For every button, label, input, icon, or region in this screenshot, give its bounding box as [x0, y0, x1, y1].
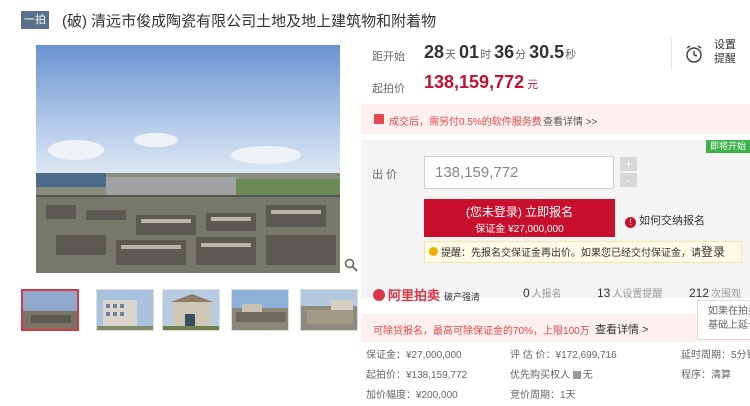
view-count-num: 212	[689, 286, 710, 300]
ali-logo-icon	[373, 289, 385, 301]
thumbnail-strip	[21, 289, 358, 333]
view-count-label: 次围观	[711, 289, 742, 300]
fee-details-link[interactable]: 查看详情 >>	[543, 113, 597, 128]
how-to-pay-link[interactable]: ! 如何交纳报名	[625, 212, 705, 228]
info-priority: 优先购买权人 无	[510, 366, 593, 381]
seconds-unit: 秒	[565, 49, 577, 61]
how-to-pay-label: 如何交纳报名	[639, 215, 705, 227]
countdown-hours: 01	[459, 42, 480, 62]
magnifier-icon[interactable]	[344, 258, 358, 272]
info-delay: 延时周期：5分钟	[681, 350, 750, 361]
auction-panel: 距开始 28天 01时 36分 30.5秒 设置提醒 起拍价 138,159,772 元…	[361, 30, 750, 406]
bid-label: 出 价	[372, 169, 398, 181]
info-procedure: 程序：清算	[681, 370, 731, 381]
ali-logo-sub: 破产强清	[444, 292, 481, 302]
start-price: 138,159,772 元	[424, 72, 538, 93]
coming-soon-badge: 即将开始	[706, 140, 750, 153]
countdown-minutes: 36	[494, 42, 515, 62]
alarm-clock-icon	[686, 45, 702, 63]
days-unit: 天	[445, 49, 457, 61]
login-tip: 提醒：先报名交保证金再出价。如果您已经交付保证金，请登录	[424, 241, 742, 263]
countdown-label: 距开始	[372, 51, 405, 63]
start-price-value: 138,159,772	[424, 72, 525, 92]
thumbnail-2[interactable]	[96, 289, 154, 331]
fee-notice: 成交后，需另付0.5%的软件服务费 查看详情 >>	[361, 104, 750, 134]
signup-button-label: (您未登录) 立即报名	[465, 205, 574, 219]
info-cycle: 竞价周期：1天	[510, 390, 576, 401]
reminder-count: 13 人设置提醒	[597, 285, 662, 300]
thumbnail-5[interactable]	[300, 289, 358, 331]
countdown-days: 28	[424, 42, 445, 62]
increase-bid-button[interactable]: +	[620, 157, 637, 171]
deposit-loan-promo: 可除贷报名，最高可除保证金的70%，上限100万 查看详情 >	[361, 314, 750, 342]
countdown-seconds: 30.5	[529, 42, 565, 62]
info-icon: !	[625, 217, 636, 228]
remind-divider	[671, 38, 672, 70]
hours-unit: 时	[480, 49, 492, 61]
main-photo[interactable]	[36, 45, 340, 273]
thumbnail-3[interactable]	[162, 289, 220, 331]
thumbnail-4[interactable]	[231, 289, 289, 331]
tooltip-line-1: 如果在拍卖结束前	[708, 306, 750, 317]
signup-count: 0 人报名	[523, 285, 562, 300]
deposit-loan-link[interactable]: 查看详情 >	[595, 321, 648, 337]
round-badge: 一拍	[21, 11, 49, 29]
thumbnail-1[interactable]	[21, 289, 79, 331]
reminder-count-label: 人设置提醒	[612, 289, 663, 300]
help-icon	[572, 371, 581, 379]
delay-tooltip: 如果在拍卖结束前 基础上延长5分钟	[697, 300, 750, 340]
fee-notice-text: 成交后，需另付0.5%的软件服务费	[389, 117, 542, 128]
countdown-timer: 28天 01时 36分 30.5秒	[424, 42, 579, 63]
start-price-label: 起拍价	[372, 83, 405, 95]
info-start-price: 起拍价：¥138,159,772	[366, 370, 468, 381]
deposit-loan-text: 可除贷报名，最高可除保证金的70%，上限100万	[373, 326, 590, 337]
view-count: 212 次围观	[689, 285, 741, 300]
reminder-count-num: 13	[597, 286, 611, 300]
ali-auction-logo: 阿里拍卖 破产强清	[373, 285, 480, 304]
signup-count-num: 0	[523, 286, 530, 300]
info-appraisal: 评 估 价：¥172,699,716	[510, 350, 617, 361]
bid-amount-input[interactable]: 138,159,772	[424, 156, 614, 189]
login-tip-text: 提醒：先报名交保证金再出价。如果您已经交付保证金，请	[441, 248, 701, 259]
signup-count-label: 人报名	[531, 289, 562, 300]
signup-deposit-label: 保证金 ¥27,000,000	[475, 224, 564, 235]
page-title: (破) 清远市俊成陶瓷有限公司土地及地上建筑物和附着物	[62, 13, 437, 30]
decrease-bid-button[interactable]: -	[620, 173, 637, 187]
lightbulb-icon	[429, 247, 438, 256]
auction-info-grid: 保证金：¥27,000,000 评 估 价：¥172,699,716 延时周期：…	[361, 346, 750, 406]
start-price-unit: 元	[527, 79, 539, 91]
info-deposit: 保证金：¥27,000,000	[366, 350, 462, 361]
ali-logo-text: 阿里拍卖	[388, 288, 441, 303]
platform-stats-row: 阿里拍卖 破产强清 0 人报名 13 人设置提醒 212 次围观	[361, 280, 750, 306]
tooltip-line-2: 基础上延长5分钟	[708, 320, 750, 331]
priority-label: 优先购买权人	[510, 370, 570, 381]
priority-value: 无	[582, 370, 593, 381]
bid-box: 即将开始 出 价 138,159,772 + - (您未登录) 立即报名 保证金…	[361, 140, 750, 298]
login-link[interactable]: 登录	[701, 245, 725, 259]
info-increment: 加价幅度：¥200,000	[366, 390, 458, 401]
set-reminder-button[interactable]: 设置提醒	[684, 38, 744, 72]
bag-icon	[374, 114, 384, 124]
minutes-unit: 分	[515, 49, 527, 61]
remind-label: 设置提醒	[714, 39, 736, 65]
signup-button[interactable]: (您未登录) 立即报名 保证金 ¥27,000,000	[424, 199, 615, 237]
